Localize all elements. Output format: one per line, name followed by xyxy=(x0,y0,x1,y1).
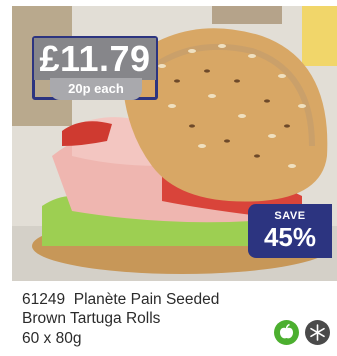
save-badge: SAVE 45% xyxy=(248,204,332,258)
save-value: 45% xyxy=(263,222,317,252)
vegetarian-apple-icon xyxy=(274,320,299,345)
product-name-line-2[interactable]: Brown Tartuga Rolls xyxy=(22,309,272,328)
product-name-line-1: Planète Pain Seeded xyxy=(73,291,220,308)
product-info: 61249 Planète Pain Seeded Brown Tartuga … xyxy=(22,290,272,349)
frozen-snowflake-icon xyxy=(305,320,330,345)
save-label: SAVE xyxy=(274,210,306,222)
unit-price: 20p each xyxy=(50,78,142,100)
product-weight: 60 x 80g xyxy=(22,330,82,347)
product-card[interactable]: £11.79 20p each SAVE 45% 61249 Planète P… xyxy=(0,0,337,356)
product-title-line-1[interactable]: 61249 Planète Pain Seeded xyxy=(22,290,272,309)
product-code: 61249 xyxy=(22,291,66,308)
price: £11.79 xyxy=(34,38,156,80)
